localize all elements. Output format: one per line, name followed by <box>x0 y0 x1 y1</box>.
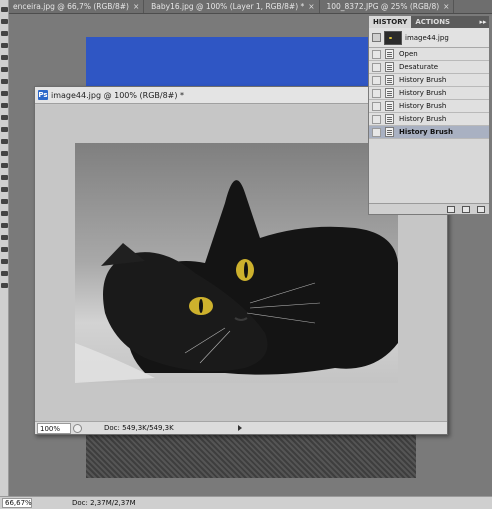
history-state-row[interactable]: Desaturate <box>369 61 489 74</box>
cat-photo[interactable] <box>75 143 398 383</box>
pen-tool-icon[interactable] <box>1 175 8 180</box>
close-icon[interactable]: × <box>443 2 449 11</box>
history-state-row[interactable]: History Brush <box>369 74 489 87</box>
history-source-checkbox[interactable] <box>372 75 381 85</box>
snapshot-thumbnail <box>384 30 402 45</box>
shape-tool-icon[interactable] <box>1 211 8 216</box>
marquee-tool-icon[interactable] <box>1 19 8 24</box>
history-state-icon <box>385 101 394 111</box>
app-document-size: Doc: 2,37M/2,37M <box>72 499 136 507</box>
history-state-icon <box>385 49 394 59</box>
close-icon[interactable]: × <box>308 2 314 11</box>
history-state-label: History Brush <box>399 89 447 97</box>
new-document-from-state-icon[interactable] <box>447 205 455 213</box>
panel-collapse-icon[interactable]: ▸▸ <box>477 16 489 28</box>
new-snapshot-icon[interactable] <box>462 205 470 213</box>
document-title: image44.jpg @ 100% (RGB/8#) * <box>51 90 185 100</box>
close-icon[interactable]: × <box>133 2 139 11</box>
history-panel-tabs: HISTORY ACTIONS ▸▸ <box>369 16 489 28</box>
tab-actions[interactable]: ACTIONS <box>411 16 454 28</box>
crop-tool-icon[interactable] <box>1 55 8 60</box>
zoom-tool-icon[interactable] <box>1 247 8 252</box>
history-state-row[interactable]: Open <box>369 48 489 61</box>
document-tab-bar: enceira.jpg @ 66,7% (RGB/8#) × Baby16.jpg… <box>9 0 492 14</box>
history-state-label: History Brush <box>399 128 453 136</box>
app-zoom-field[interactable]: 66,67% <box>2 498 32 508</box>
history-state-label: Open <box>399 50 418 58</box>
foreground-color-icon[interactable] <box>1 259 8 264</box>
history-state-icon <box>385 127 394 137</box>
history-source-checkbox[interactable] <box>372 62 381 72</box>
eraser-tool-icon[interactable] <box>1 127 8 132</box>
history-brush-source-icon[interactable] <box>372 33 381 42</box>
status-menu-arrow-icon[interactable] <box>237 425 242 431</box>
history-state-icon <box>385 88 394 98</box>
document-status-bar: 100% Doc: 549,3K/549,3K <box>35 421 447 434</box>
healing-tool-icon[interactable] <box>1 79 8 84</box>
document-size-readout: Doc: 549,3K/549,3K <box>104 424 174 432</box>
brush-tool-icon[interactable] <box>1 91 8 96</box>
history-panel: HISTORY ACTIONS ▸▸ image44.jpg Open Desa… <box>368 15 490 215</box>
quick-select-tool-icon[interactable] <box>1 43 8 48</box>
background-document-blue <box>86 37 373 91</box>
background-color-icon[interactable] <box>1 271 8 276</box>
history-state-row[interactable]: History Brush <box>369 113 489 126</box>
history-state-icon <box>385 75 394 85</box>
history-source-checkbox[interactable] <box>372 101 381 111</box>
background-document-street <box>86 433 416 478</box>
gradient-tool-icon[interactable] <box>1 139 8 144</box>
path-select-tool-icon[interactable] <box>1 199 8 204</box>
dodge-tool-icon[interactable] <box>1 163 8 168</box>
history-state-label: History Brush <box>399 76 447 84</box>
history-list-empty-area <box>369 139 489 192</box>
history-source-checkbox[interactable] <box>372 49 381 59</box>
history-state-icon <box>385 114 394 124</box>
zoom-level-field[interactable]: 100% <box>37 422 71 434</box>
history-state-label: History Brush <box>399 102 447 110</box>
doc-tab-enceira[interactable]: enceira.jpg @ 66,7% (RGB/8#) × <box>9 0 145 13</box>
doc-tab-baby16[interactable]: Baby16.jpg @ 100% (Layer 1, RGB/8#) * × <box>147 0 320 13</box>
history-state-row[interactable]: History Brush <box>369 87 489 100</box>
move-tool-icon[interactable] <box>1 7 8 12</box>
cat-photo-image <box>75 143 398 383</box>
delete-state-icon[interactable] <box>477 205 485 213</box>
tab-history[interactable]: HISTORY <box>369 16 412 28</box>
history-state-row-selected[interactable]: History Brush <box>369 126 489 139</box>
3d-tool-icon[interactable] <box>1 223 8 228</box>
history-panel-footer <box>369 203 489 214</box>
history-source-checkbox[interactable] <box>372 88 381 98</box>
history-source-checkbox[interactable] <box>372 114 381 124</box>
history-state-row[interactable]: History Brush <box>369 100 489 113</box>
snapshot-name: image44.jpg <box>405 33 449 42</box>
type-tool-icon[interactable] <box>1 187 8 192</box>
doc-tab-label: enceira.jpg @ 66,7% (RGB/8#) <box>13 2 129 11</box>
photoshop-doc-icon: Ps <box>38 90 48 100</box>
blur-tool-icon[interactable] <box>1 151 8 156</box>
tab-spacer <box>454 16 477 28</box>
doc-tab-label: Baby16.jpg @ 100% (Layer 1, RGB/8#) * <box>151 2 305 11</box>
history-snapshot[interactable]: image44.jpg <box>369 28 489 48</box>
stamp-tool-icon[interactable] <box>1 103 8 108</box>
quick-mask-icon[interactable] <box>1 283 8 288</box>
status-info-icon[interactable] <box>73 423 82 433</box>
history-brush-tool-icon[interactable] <box>1 115 8 120</box>
history-state-icon <box>385 62 394 72</box>
history-state-label: History Brush <box>399 115 447 123</box>
lasso-tool-icon[interactable] <box>1 31 8 36</box>
app-status-bar: 66,67% Doc: 2,37M/2,37M <box>0 496 492 509</box>
history-state-label: Desaturate <box>399 63 439 71</box>
tools-panel <box>0 0 9 509</box>
eyedropper-tool-icon[interactable] <box>1 67 8 72</box>
doc-tab-label: 100_8372.JPG @ 25% (RGB/8) <box>326 2 440 11</box>
doc-tab-100-8372[interactable]: 100_8372.JPG @ 25% (RGB/8) × <box>322 0 455 13</box>
hand-tool-icon[interactable] <box>1 235 8 240</box>
history-brush-source-icon[interactable] <box>372 127 381 137</box>
